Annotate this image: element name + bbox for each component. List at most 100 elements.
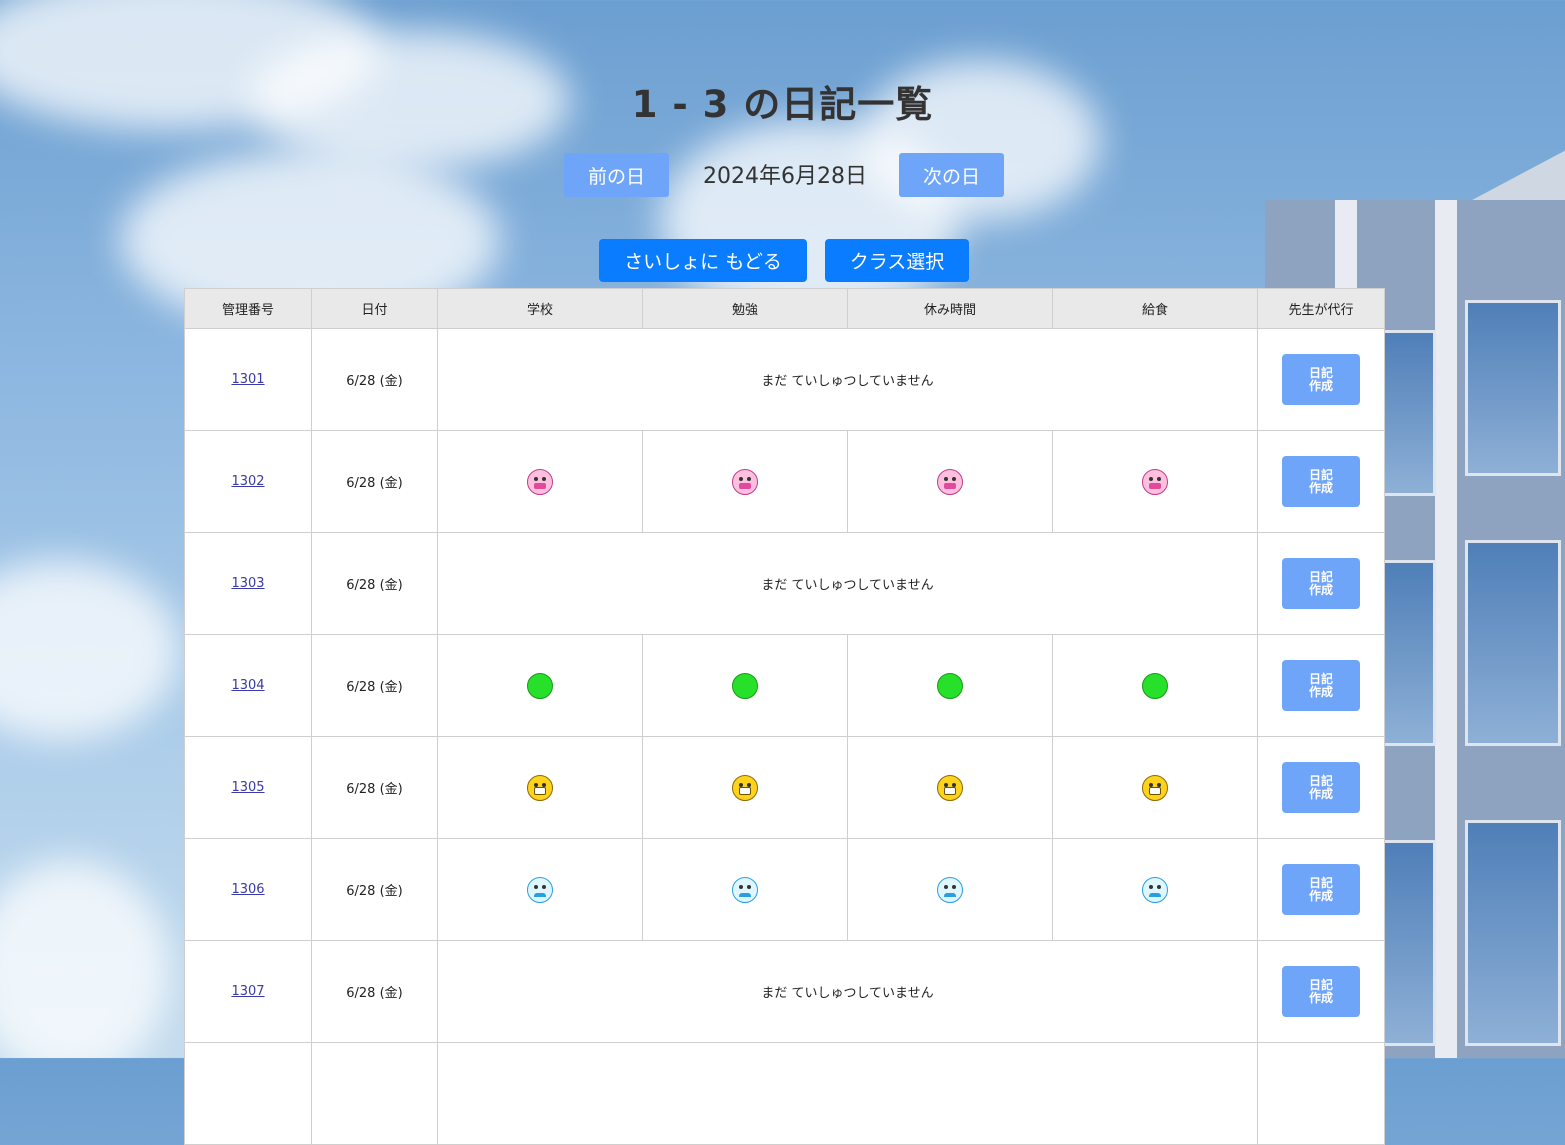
diary-id-link[interactable]: 1305 (231, 780, 264, 795)
create-diary-label-line2: 作成 (1308, 888, 1333, 903)
cell-school (437, 634, 643, 737)
table-row: 1303 6/28 (金) まだ ていしゅつしていません 日記 作成 (184, 532, 1385, 635)
green-circle-icon (527, 672, 553, 699)
cell-id: 1307 (184, 940, 312, 1043)
cell-lunch (1052, 430, 1258, 533)
next-day-button[interactable]: 次の日 (899, 153, 1004, 197)
header-study: 勉強 (642, 288, 848, 329)
cell-date: 6/28 (金) (311, 838, 438, 941)
create-diary-button[interactable]: 日記 作成 (1282, 660, 1360, 711)
green-circle-icon (732, 672, 758, 699)
diary-table-body: 1301 6/28 (金) まだ ていしゅつしていません 日記 作成 1302 6/28 (… (184, 328, 1385, 1145)
not-submitted-message: まだ ていしゅつしていません (437, 940, 1258, 1043)
diary-id-link[interactable]: 1304 (231, 678, 264, 693)
create-diary-label-line1: 日記 (1308, 467, 1333, 482)
header-id: 管理番号 (184, 288, 312, 329)
cell-study (642, 634, 848, 737)
cell-teacher-proxy: 日記 作成 (1257, 328, 1385, 431)
cell-lunch (1052, 838, 1258, 941)
cell-date: 6/28 (金) (311, 532, 438, 635)
page-title: 1 - 3 の日記一覧 (631, 83, 934, 126)
diary-id-link[interactable]: 1301 (231, 372, 264, 387)
create-diary-label-line1: 日記 (1308, 569, 1333, 584)
cell-teacher-proxy: 日記 作成 (1257, 736, 1385, 839)
table-header-row: 管理番号 日付 学校 勉強 休み時間 給食 先生が代行 (184, 288, 1385, 329)
cell-break (847, 838, 1053, 941)
diary-id-link[interactable]: 1306 (231, 882, 264, 897)
cell-id: 1302 (184, 430, 312, 533)
table-row: 1301 6/28 (金) まだ ていしゅつしていません 日記 作成 (184, 328, 1385, 431)
cell-study (642, 430, 848, 533)
cell-lunch (1052, 736, 1258, 839)
create-diary-label-line2: 作成 (1308, 378, 1333, 393)
table-row: 1302 6/28 (金) 日記 作成 (184, 430, 1385, 533)
create-diary-label-line1: 日記 (1308, 875, 1333, 890)
prev-day-button[interactable]: 前の日 (564, 153, 669, 197)
back-to-start-button[interactable]: さいしょに もどる (599, 239, 807, 282)
cell-study (642, 736, 848, 839)
create-diary-button[interactable]: 日記 作成 (1282, 864, 1360, 915)
create-diary-label-line1: 日記 (1308, 773, 1333, 788)
cell-date: 6/28 (金) (311, 328, 438, 431)
cell-teacher-proxy: 日記 作成 (1257, 634, 1385, 737)
laughing-face-icon (1142, 468, 1168, 495)
table-row: 1306 6/28 (金) 日記 作成 (184, 838, 1385, 941)
create-diary-button[interactable]: 日記 作成 (1282, 558, 1360, 609)
cell-teacher-proxy: 日記 作成 (1257, 940, 1385, 1043)
not-submitted-message: まだ ていしゅつしていません (437, 532, 1258, 635)
grinning-face-icon (1142, 774, 1168, 801)
cell-break (847, 634, 1053, 737)
cell-school (437, 838, 643, 941)
diary-id-link[interactable]: 1307 (231, 984, 264, 999)
diary-id-link[interactable]: 1302 (231, 474, 264, 489)
laughing-face-icon (527, 468, 553, 495)
grinning-face-icon (732, 774, 758, 801)
laughing-face-icon (732, 468, 758, 495)
create-diary-button[interactable]: 日記 作成 (1282, 762, 1360, 813)
create-diary-label-line1: 日記 (1308, 977, 1333, 992)
create-diary-label-line2: 作成 (1308, 582, 1333, 597)
header-date: 日付 (311, 288, 438, 329)
cell-id: 1304 (184, 634, 312, 737)
current-date: 2024年6月28日 (703, 164, 867, 189)
table-row: 1307 6/28 (金) まだ ていしゅつしていません 日記 作成 (184, 940, 1385, 1043)
laughing-face-icon (937, 468, 963, 495)
class-select-button[interactable]: クラス選択 (825, 239, 969, 282)
create-diary-button[interactable]: 日記 作成 (1282, 966, 1360, 1017)
cell-id: 1306 (184, 838, 312, 941)
cell-teacher-proxy: 日記 作成 (1257, 532, 1385, 635)
cell-id: 1303 (184, 532, 312, 635)
create-diary-button[interactable]: 日記 作成 (1282, 456, 1360, 507)
header-break: 休み時間 (847, 288, 1053, 329)
cell-date: 6/28 (金) (311, 430, 438, 533)
cell-teacher-proxy: 日記 作成 (1257, 430, 1385, 533)
create-diary-label-line2: 作成 (1308, 480, 1333, 495)
cell-date: 6/28 (金) (311, 736, 438, 839)
cell-date: 6/28 (金) (311, 634, 438, 737)
cell-school (437, 736, 643, 839)
crying-face-icon (527, 876, 553, 903)
cell-break (847, 736, 1053, 839)
create-diary-label-line1: 日記 (1308, 671, 1333, 686)
cell-lunch (1052, 634, 1258, 737)
cell-break (847, 430, 1053, 533)
header-school: 学校 (437, 288, 643, 329)
green-circle-icon (937, 672, 963, 699)
create-diary-label-line1: 日記 (1308, 365, 1333, 380)
cell-id: 1305 (184, 736, 312, 839)
cell-id: 1301 (184, 328, 312, 431)
grinning-face-icon (527, 774, 553, 801)
table-row: 1304 6/28 (金) 日記 作成 (184, 634, 1385, 737)
cell-study (642, 838, 848, 941)
diary-table: 管理番号 日付 学校 勉強 休み時間 給食 先生が代行 1301 6/28 (金)… (184, 288, 1385, 1145)
create-diary-label-line2: 作成 (1308, 786, 1333, 801)
diary-id-link[interactable]: 1303 (231, 576, 264, 591)
grinning-face-icon (937, 774, 963, 801)
create-diary-label-line2: 作成 (1308, 684, 1333, 699)
create-diary-button[interactable]: 日記 作成 (1282, 354, 1360, 405)
crying-face-icon (937, 876, 963, 903)
header-lunch: 給食 (1052, 288, 1258, 329)
cell-school (437, 430, 643, 533)
crying-face-icon (1142, 876, 1168, 903)
create-diary-label-line2: 作成 (1308, 990, 1333, 1005)
